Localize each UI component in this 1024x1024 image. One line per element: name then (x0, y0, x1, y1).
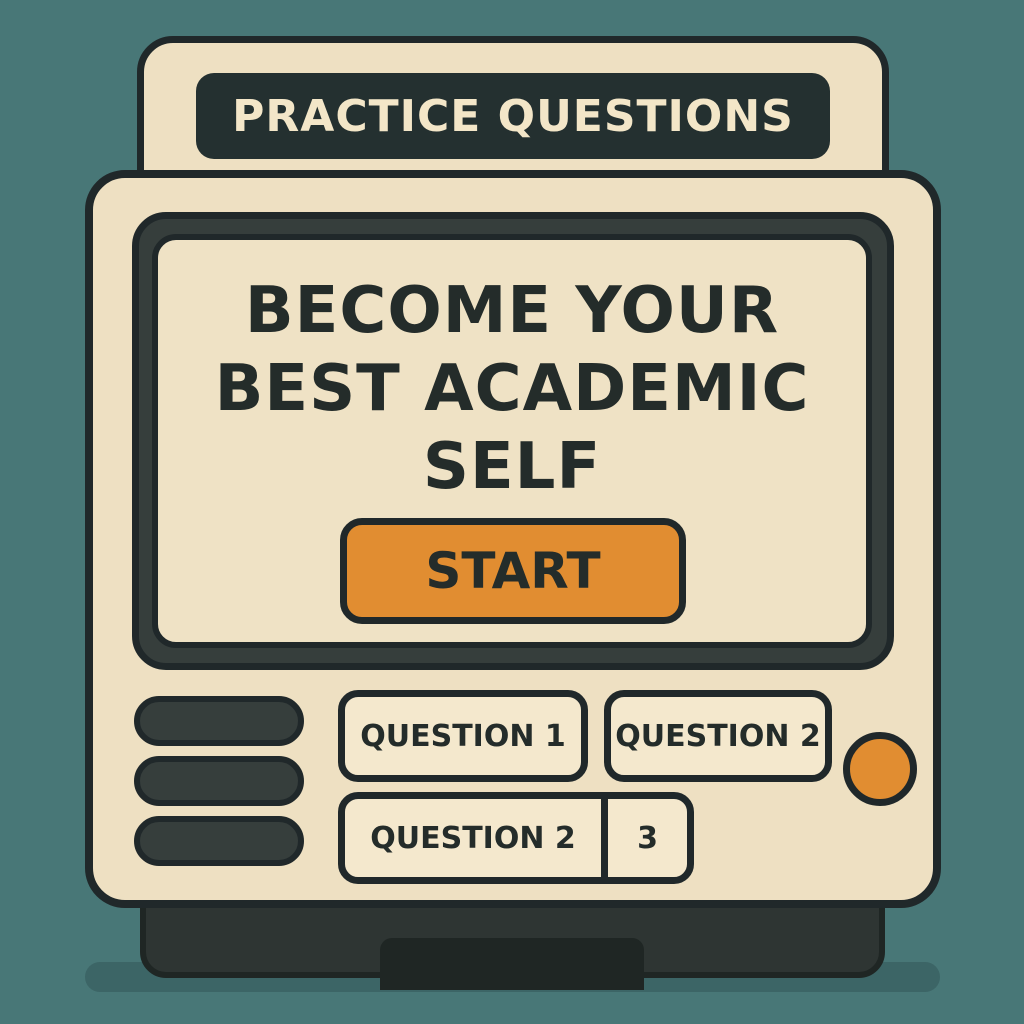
start-button[interactable]: START (340, 518, 686, 624)
question-2-button[interactable]: QUESTION 2 (604, 690, 832, 782)
headline-line-2: BEST ACADEMIC (214, 352, 810, 426)
device-foot (380, 938, 644, 990)
question-group: QUESTION 2 3 (338, 792, 694, 884)
headline: BECOME YOUR BEST ACADEMIC SELF (152, 272, 872, 504)
speaker-slot-icon (134, 696, 304, 746)
headline-line-1: BECOME YOUR (244, 274, 780, 348)
speaker-slot-icon (134, 756, 304, 806)
app-title: PRACTICE QUESTIONS (196, 73, 830, 159)
headline-line-3: SELF (422, 430, 602, 504)
question-2-segment-button[interactable]: QUESTION 2 (345, 799, 608, 877)
question-1-button[interactable]: QUESTION 1 (338, 690, 588, 782)
question-3-segment-button[interactable]: 3 (608, 799, 687, 877)
speaker-slot-icon (134, 816, 304, 866)
circle-knob-icon[interactable] (843, 732, 917, 806)
